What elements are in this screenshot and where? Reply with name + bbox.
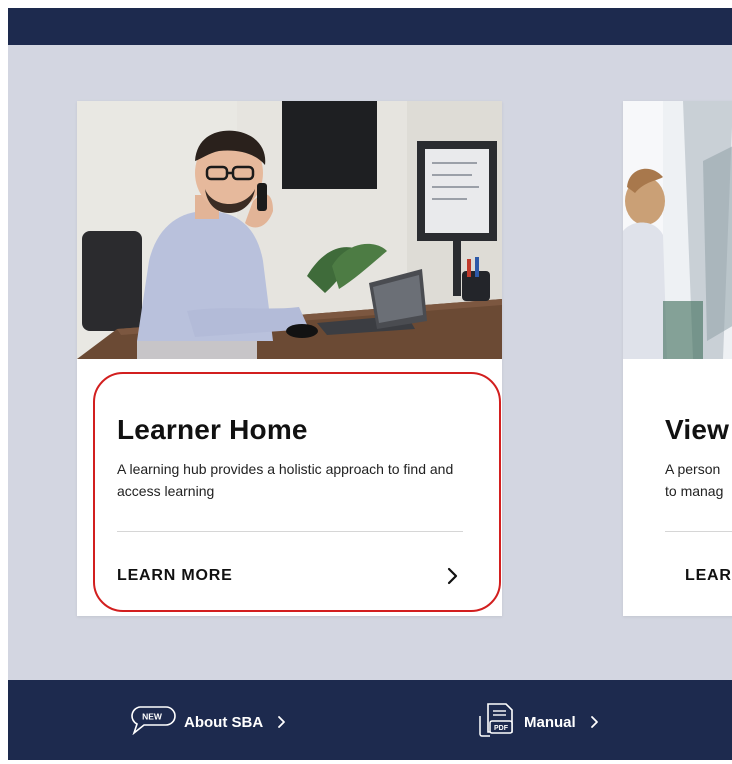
chevron-right-icon [277,715,286,729]
card-title: View [665,414,730,445]
manual-label: Manual [524,713,576,731]
card-description: A person to manag [665,461,724,499]
new-badge-speech-icon: NEW [126,705,176,740]
learn-more-label: LEAR [685,567,732,584]
new-badge-text: NEW [142,711,163,721]
learn-more-link[interactable]: LEAR [685,561,732,591]
card-view: View A person to manag LEAR [623,101,732,616]
card-divider [117,531,463,532]
page-frame: Learner Home A learning hub provides a h… [8,8,732,760]
card-title: Learner Home [117,414,308,445]
chevron-right-icon [443,566,463,586]
pdf-badge-text: PDF [494,725,509,732]
about-sba-link[interactable]: NEW About SBA [126,704,286,740]
chevron-right-icon [590,715,599,729]
pdf-document-icon: PDF [476,702,516,743]
card-divider [665,531,732,532]
card-description: A learning hub provides a holistic appro… [117,461,454,499]
manual-link[interactable]: PDF Manual [476,702,599,743]
learn-more-label: LEARN MORE [117,567,233,584]
learn-more-link[interactable]: LEARN MORE [117,561,463,591]
about-sba-label: About SBA [184,713,264,731]
card-learner-home: Learner Home A learning hub provides a h… [77,101,502,616]
footer-bar: NEW About SBA PDF Manual [8,680,732,760]
top-header-bar [8,8,732,45]
card-photo-office-woman [623,101,732,359]
card-photo-office-man [77,101,502,359]
